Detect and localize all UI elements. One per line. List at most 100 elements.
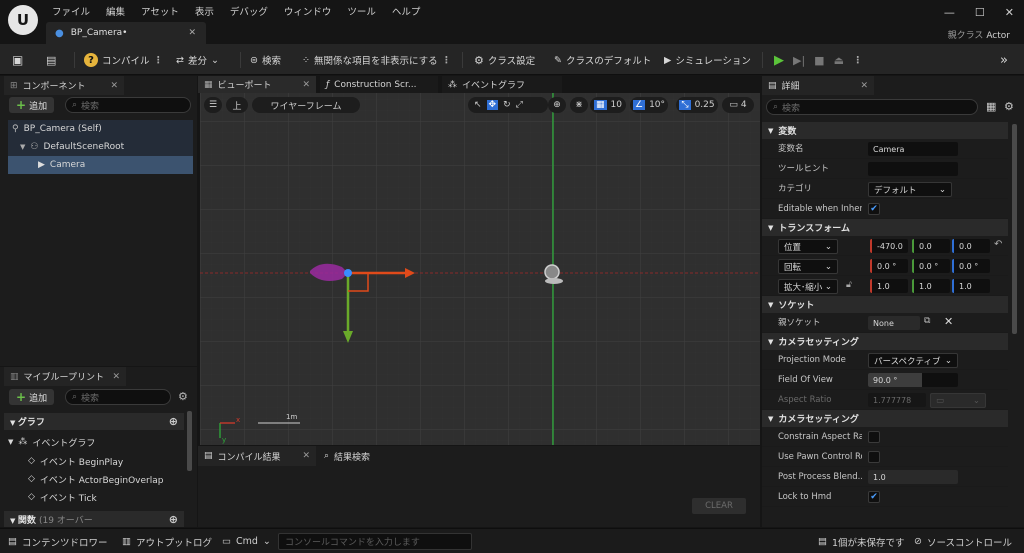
scale-y-input[interactable]: 1.0: [912, 279, 950, 293]
gear-icon[interactable]: ⚙: [1004, 100, 1014, 113]
minimize-icon[interactable]: —: [944, 6, 955, 19]
details-tab[interactable]: ▤ 詳細 ✕: [762, 76, 874, 95]
menu-asset[interactable]: アセット: [141, 4, 179, 18]
compile-button[interactable]: ? コンパイル ⋮: [84, 50, 163, 70]
lock-icon[interactable]: 🔓︎: [846, 280, 852, 290]
close-icon[interactable]: ✕: [860, 81, 868, 91]
menu-window[interactable]: ウィンドウ: [284, 4, 332, 18]
location-z-input[interactable]: 0.0: [952, 239, 990, 253]
graphs-section-header[interactable]: ▼ グラフ ⊕: [4, 413, 184, 430]
console-command-input[interactable]: コンソールコマンドを入力します: [278, 533, 472, 550]
fov-slider[interactable]: 90.0 °: [868, 373, 958, 387]
class-defaults-button[interactable]: ✎ クラスのデフォルト: [554, 50, 651, 70]
transform-gizmo[interactable]: [200, 93, 760, 445]
reset-icon[interactable]: ↶: [994, 239, 1002, 250]
scale-dropdown[interactable]: 拡大･縮小 ⌄: [778, 279, 838, 294]
view-mode-button[interactable]: ワイヤーフレーム: [252, 97, 360, 113]
viewport-menu-button[interactable]: ☰: [204, 97, 222, 113]
constrain-aspect-checkbox[interactable]: [868, 431, 880, 443]
save-button[interactable]: ▣: [12, 50, 23, 70]
unsaved-indicator[interactable]: ▤ 1個が未保存です: [818, 534, 905, 549]
rotation-x-input[interactable]: 0.0 °: [870, 259, 908, 273]
tab-find-results[interactable]: ⌕ 結果検索: [318, 446, 418, 466]
menu-debug[interactable]: デバッグ: [230, 4, 268, 18]
tooltip-input[interactable]: [868, 162, 958, 176]
compile-options-icon[interactable]: ⋮: [154, 55, 164, 66]
pawn-control-checkbox[interactable]: [868, 451, 880, 463]
tab-event-graph[interactable]: ⁂ イベントグラフ: [442, 76, 562, 93]
browse-socket-icon[interactable]: ⧉: [924, 316, 930, 326]
close-icon[interactable]: ✕: [112, 372, 120, 382]
tree-item-defaultsceneroot[interactable]: ▼ ⚇ DefaultSceneRoot: [8, 138, 193, 156]
menu-tools[interactable]: ツール: [347, 4, 376, 18]
var-name-input[interactable]: Camera: [868, 142, 958, 156]
grid-snap-button[interactable]: ▦ 10: [590, 97, 626, 113]
scale-icon[interactable]: ⤢: [516, 100, 523, 110]
lock-to-hmd-checkbox[interactable]: ✔: [868, 491, 880, 503]
myblueprint-search-input[interactable]: ⌕ 検索: [65, 389, 171, 405]
clear-button[interactable]: CLEAR: [692, 498, 746, 514]
class-settings-button[interactable]: ⚙ クラス設定: [474, 50, 535, 70]
projection-mode-dropdown[interactable]: パースペクティブ ⌄: [868, 353, 958, 368]
editable-inherit-checkbox[interactable]: ✔: [868, 203, 880, 215]
menu-help[interactable]: ヘルプ: [392, 4, 421, 18]
location-x-input[interactable]: -470.0: [870, 239, 908, 253]
rotation-y-input[interactable]: 0.0 °: [912, 259, 950, 273]
eject-icon[interactable]: ⏏: [834, 54, 844, 67]
variables-section-header[interactable]: ▼ 変数: [762, 122, 1008, 139]
rotate-icon[interactable]: ↻: [503, 100, 511, 110]
rotation-snap-button[interactable]: ∠ 10°: [630, 97, 668, 113]
close-icon[interactable]: ✕: [302, 80, 310, 90]
menu-view[interactable]: 表示: [195, 4, 214, 18]
close-window-icon[interactable]: ✕: [1005, 6, 1014, 19]
gear-icon[interactable]: ⚙: [178, 390, 188, 403]
grid-view-icon[interactable]: ▦: [986, 100, 996, 113]
add-graph-icon[interactable]: ⊕: [169, 415, 178, 428]
add-function-icon[interactable]: ⊕: [169, 513, 178, 526]
camera-speed-button[interactable]: ▭ 4: [722, 97, 754, 113]
clear-socket-icon[interactable]: ✕: [944, 315, 953, 328]
event-graph-item[interactable]: ▼ ⁂ イベントグラフ: [8, 433, 95, 451]
play-icon[interactable]: ▶: [774, 53, 784, 68]
menu-file[interactable]: ファイル: [52, 4, 90, 18]
category-dropdown[interactable]: デフォルト ⌄: [868, 182, 952, 197]
add-component-button[interactable]: + 追加: [9, 97, 55, 113]
move-icon[interactable]: ✥: [486, 100, 499, 110]
components-tab[interactable]: ⊞ コンポーネント ✕: [4, 76, 124, 95]
details-search-input[interactable]: ⌕ 検索: [766, 99, 978, 115]
rotation-dropdown[interactable]: 回転 ⌄: [778, 259, 838, 274]
close-icon[interactable]: ✕: [302, 451, 310, 461]
scrollbar-thumb[interactable]: [187, 411, 192, 471]
scale-x-input[interactable]: 1.0: [870, 279, 908, 293]
details-scrollbar-thumb[interactable]: [1012, 124, 1017, 334]
document-tab[interactable]: ● BP_Camera• ✕: [46, 22, 206, 44]
rotation-z-input[interactable]: 0.0 °: [952, 259, 990, 273]
event-item[interactable]: ◇ イベント ActorBeginOverlap: [28, 470, 163, 488]
hide-options-icon[interactable]: ⋮: [442, 55, 452, 66]
simulation-button[interactable]: ▶ シミュレーション: [664, 50, 751, 70]
event-item[interactable]: ◇ イベント BeginPlay: [28, 452, 123, 470]
tree-item-self[interactable]: ⚲ BP_Camera (Self): [8, 120, 193, 138]
output-log-button[interactable]: ▥ アウトプットログ: [122, 534, 212, 549]
location-dropdown[interactable]: 位置 ⌄: [778, 239, 838, 254]
hide-unrelated-button[interactable]: ⁘ 無関係な項目を非表示にする ⋮: [302, 50, 451, 70]
toolbar-overflow-button[interactable]: »: [1000, 50, 1008, 70]
menu-edit[interactable]: 編集: [106, 4, 125, 18]
components-search-input[interactable]: ⌕ 検索: [65, 97, 191, 113]
find-button[interactable]: ⊜ 検索: [250, 50, 281, 70]
source-control-button[interactable]: ⊘ ソースコントロール: [914, 534, 1012, 549]
close-tab-icon[interactable]: ✕: [188, 28, 196, 38]
select-icon[interactable]: ↖: [474, 100, 482, 110]
play-options-icon[interactable]: ⋮: [853, 55, 863, 66]
scale-snap-button[interactable]: ⤡ 0.25: [676, 97, 718, 113]
content-drawer-button[interactable]: ▤ コンテンツドロワー: [8, 534, 108, 549]
world-local-button[interactable]: ⊕: [548, 97, 566, 113]
functions-section-header[interactable]: ▼ 関数 (19 オーバー ⊕: [4, 511, 184, 527]
camera-settings-section-header[interactable]: ▼ カメラセッティング: [762, 333, 1008, 350]
tree-item-camera[interactable]: ▶ Camera: [8, 156, 193, 174]
close-icon[interactable]: ✕: [110, 81, 118, 91]
post-process-blend-input[interactable]: 1.0: [868, 470, 958, 484]
location-y-input[interactable]: 0.0: [912, 239, 950, 253]
maximize-icon[interactable]: ☐: [975, 6, 985, 19]
step-icon[interactable]: ▶|: [793, 54, 805, 67]
